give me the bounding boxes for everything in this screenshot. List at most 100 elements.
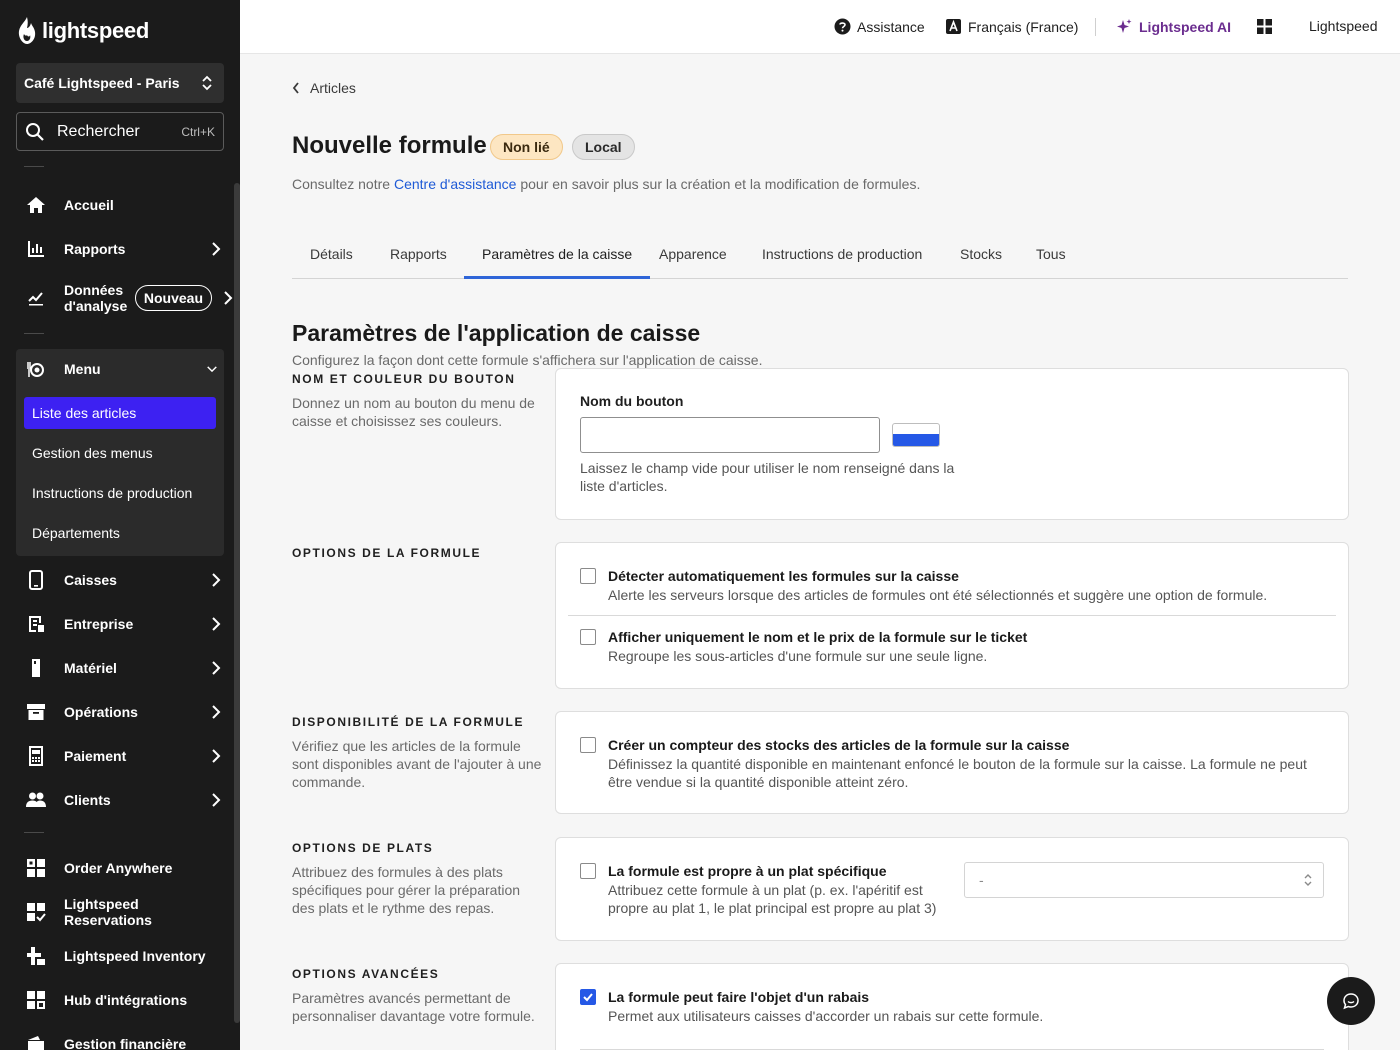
sidebar-item-label: Lightspeed Reservations: [64, 896, 152, 928]
discountable-checkbox[interactable]: [580, 989, 596, 1005]
group-desc-availability: Vérifiez que les articles de la formule …: [292, 738, 542, 790]
tablet-icon: [29, 570, 43, 590]
specific-course-checkbox[interactable]: [580, 863, 596, 879]
chat-bubble-icon: [1343, 993, 1359, 1010]
help-button[interactable]: Assistance: [834, 18, 925, 35]
integrations-icon: [27, 991, 45, 1009]
chevron-right-icon: [212, 617, 221, 631]
group-title-advanced: OPTIONS AVANCÉES: [292, 967, 440, 981]
help-label: Assistance: [857, 18, 925, 35]
menu-dish-icon: [27, 362, 44, 377]
tab-details[interactable]: Détails: [292, 240, 371, 279]
flame-logo-icon: [18, 17, 36, 44]
chevron-left-icon: [292, 82, 299, 94]
sidebar-item-gestion-financiere[interactable]: Gestion financière: [16, 1026, 228, 1050]
home-icon: [27, 197, 45, 213]
button-name-hint: Laissez le champ vide pour utiliser le n…: [580, 460, 955, 494]
sidebar-item-order-anywhere[interactable]: Order Anywhere: [16, 850, 228, 886]
sidebar-search[interactable]: Rechercher Ctrl+K: [16, 112, 224, 151]
sidebar-item-label: Opérations: [64, 704, 138, 720]
button-name-input[interactable]: [580, 417, 880, 453]
button-color-picker[interactable]: [892, 423, 940, 447]
sidebar-item-label: Caisses: [64, 572, 117, 588]
chevron-right-icon: [224, 291, 233, 305]
sidebar-item-operations[interactable]: Opérations: [16, 694, 228, 730]
account-label: Lightspeed: [1309, 18, 1378, 34]
sidebar-sub-gestion-menus[interactable]: Gestion des menus: [24, 437, 216, 469]
sidebar-item-label: Hub d'intégrations: [64, 992, 188, 1008]
sidebar-sub-liste-articles[interactable]: Liste des articles: [24, 397, 216, 429]
search-icon: [26, 122, 44, 141]
sidebar-item-entreprise[interactable]: Entreprise: [16, 606, 228, 642]
sidebar-item-rapports[interactable]: Rapports: [16, 231, 228, 267]
topbar-divider: [1095, 18, 1096, 36]
auto-detect-checkbox[interactable]: [580, 568, 596, 584]
stock-counter-checkbox[interactable]: [580, 737, 596, 753]
sidebar-item-accueil[interactable]: Accueil: [16, 187, 228, 223]
sidebar-item-reservations[interactable]: Lightspeed Reservations: [16, 894, 228, 930]
help-text: Consultez notre Centre d'assistance pour…: [292, 176, 920, 192]
top-bar: Assistance Français (France) Lightspeed …: [240, 0, 1400, 54]
tab-apparence[interactable]: Apparence: [641, 240, 745, 279]
sidebar-item-materiel[interactable]: Matériel: [16, 650, 228, 686]
stock-counter-desc: Définissez la quantité disponible en mai…: [608, 756, 1307, 790]
chevron-right-icon: [212, 242, 221, 256]
chat-support-button[interactable]: [1327, 977, 1375, 1025]
chevron-right-icon: [212, 705, 221, 719]
option-auto-detect: Détecter automatiquement les formules su…: [580, 568, 1324, 608]
analytics-icon: [28, 292, 43, 306]
sidebar-item-label: Rapports: [64, 241, 126, 257]
sidebar-item-caisses[interactable]: Caisses: [16, 562, 228, 598]
checkmark-icon: [583, 993, 593, 1002]
grid-icon: [1257, 19, 1272, 34]
lightspeed-logo[interactable]: lightspeed: [16, 16, 149, 46]
sidebar-item-label-line1: Données: [64, 282, 124, 298]
store-selector[interactable]: Café Lightspeed - Paris: [16, 63, 224, 103]
chevron-down-icon: [207, 366, 217, 373]
sidebar-item-clients[interactable]: Clients: [16, 782, 228, 818]
sidebar-item-label: Clients: [64, 792, 111, 808]
ticket-summary-checkbox[interactable]: [580, 629, 596, 645]
tab-instructions-production[interactable]: Instructions de production: [744, 240, 940, 279]
sidebar-item-menu[interactable]: Menu: [16, 351, 224, 387]
main-content: Articles Nouvelle formule Non lié Local …: [240, 54, 1400, 1050]
sidebar-item-integrations[interactable]: Hub d'intégrations: [16, 982, 228, 1018]
card-button-settings: Nom du bouton Laissez le champ vide pour…: [555, 368, 1349, 520]
help-center-link[interactable]: Centre d'assistance: [394, 176, 517, 192]
breadcrumb-back[interactable]: Articles: [292, 80, 356, 96]
group-title-button: NOM ET COULEUR DU BOUTON: [292, 372, 516, 386]
sidebar-item-label-line2: d'analyse: [64, 298, 128, 314]
logo-text: lightspeed: [42, 18, 150, 43]
card-formula-options: Détecter automatiquement les formules su…: [555, 542, 1349, 689]
inventory-icon: [27, 947, 45, 965]
sidebar-sub-instructions-production[interactable]: Instructions de production: [24, 477, 216, 509]
tab-rapports[interactable]: Rapports: [372, 240, 465, 279]
language-selector[interactable]: Français (France): [945, 18, 1078, 35]
sidebar-item-donnees-analyse[interactable]: Données d'analyse Nouveau: [16, 280, 240, 316]
course-select[interactable]: -: [964, 862, 1324, 898]
account-menu[interactable]: Lightspeed: [1309, 18, 1378, 34]
lightspeed-ai-button[interactable]: Lightspeed AI: [1116, 18, 1231, 35]
archive-icon: [27, 704, 45, 720]
sidebar-item-label: Matériel: [64, 660, 117, 676]
sidebar-item-label: Accueil: [64, 197, 114, 213]
chevron-right-icon: [212, 749, 221, 763]
group-title-availability: DISPONIBILITÉ DE LA FORMULE: [292, 715, 525, 729]
chevron-right-icon: [212, 661, 221, 675]
card-advanced: La formule peut faire l'objet d'un rabai…: [555, 963, 1349, 1050]
sidebar-sub-departements[interactable]: Départements: [24, 517, 216, 549]
bar-chart-icon: [28, 241, 44, 257]
sidebar-item-paiement[interactable]: Paiement: [16, 738, 228, 774]
specific-course-desc: Attribuez cette formule à un plat (p. ex…: [608, 882, 937, 916]
tab-parametres-caisse[interactable]: Paramètres de la caisse: [464, 240, 651, 279]
ai-label: Lightspeed AI: [1139, 18, 1232, 35]
sidebar-item-label: Order Anywhere: [64, 860, 173, 876]
apps-grid-button[interactable]: [1256, 18, 1273, 35]
tab-stocks[interactable]: Stocks: [942, 240, 1020, 279]
sidebar-item-inventory[interactable]: Lightspeed Inventory: [16, 938, 228, 974]
card-courses: La formule est propre à un plat spécifiq…: [555, 837, 1349, 941]
option-specific-course: La formule est propre à un plat spécifiq…: [580, 863, 960, 923]
chevron-right-icon: [212, 793, 221, 807]
page-title: Nouvelle formule: [292, 132, 487, 159]
tab-tous[interactable]: Tous: [1018, 240, 1084, 279]
